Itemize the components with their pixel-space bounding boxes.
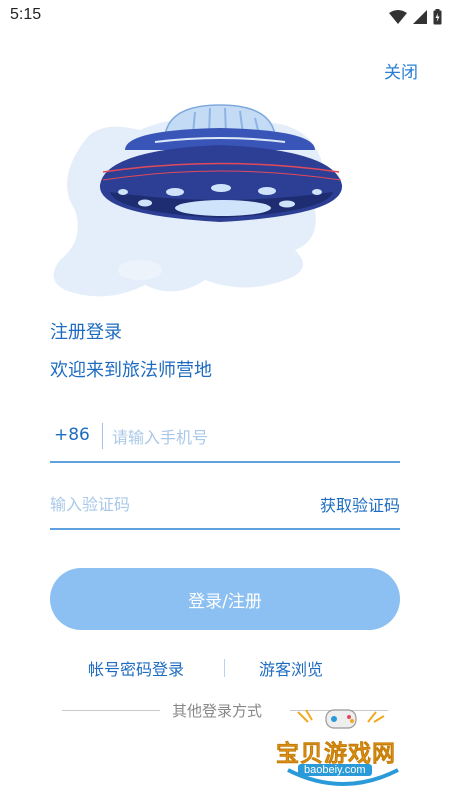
status-bar: 5:15 <box>0 0 450 34</box>
ufo-illustration <box>45 100 365 310</box>
get-code-button[interactable]: 获取验证码 <box>320 492 400 516</box>
watermark-url: baobeiy.com <box>298 764 372 776</box>
password-login-link[interactable]: 帐号密码登录 <box>88 656 184 680</box>
alt-actions: 帐号密码登录 游客浏览 <box>50 656 400 680</box>
intro-subtitle: 欢迎来到旅法师营地 <box>50 360 212 381</box>
signal-icon <box>413 10 427 24</box>
guest-browse-link[interactable]: 游客浏览 <box>259 656 323 680</box>
battery-icon <box>433 9 442 25</box>
phone-row: +86 <box>50 415 400 463</box>
divider-line-left <box>62 710 160 711</box>
alt-divider <box>224 659 225 677</box>
verification-code-input[interactable] <box>50 486 270 522</box>
watermark-logo: 宝贝游戏网 baobeiy.com <box>268 708 418 788</box>
login-register-button[interactable]: 登录/注册 <box>50 568 400 630</box>
wifi-icon <box>389 10 407 24</box>
code-row: 获取验证码 <box>50 482 400 530</box>
phone-input[interactable] <box>112 419 392 455</box>
status-time: 5:15 <box>10 6 42 23</box>
country-code-selector[interactable]: +86 <box>54 425 90 445</box>
status-icons <box>389 8 442 26</box>
intro-title: 注册登录 <box>50 322 122 343</box>
watermark-title: 宝贝游戏网 <box>276 741 396 768</box>
phone-divider <box>102 423 103 449</box>
other-login-label: 其他登录方式 <box>172 702 263 720</box>
close-button[interactable]: 关闭 <box>384 58 418 83</box>
